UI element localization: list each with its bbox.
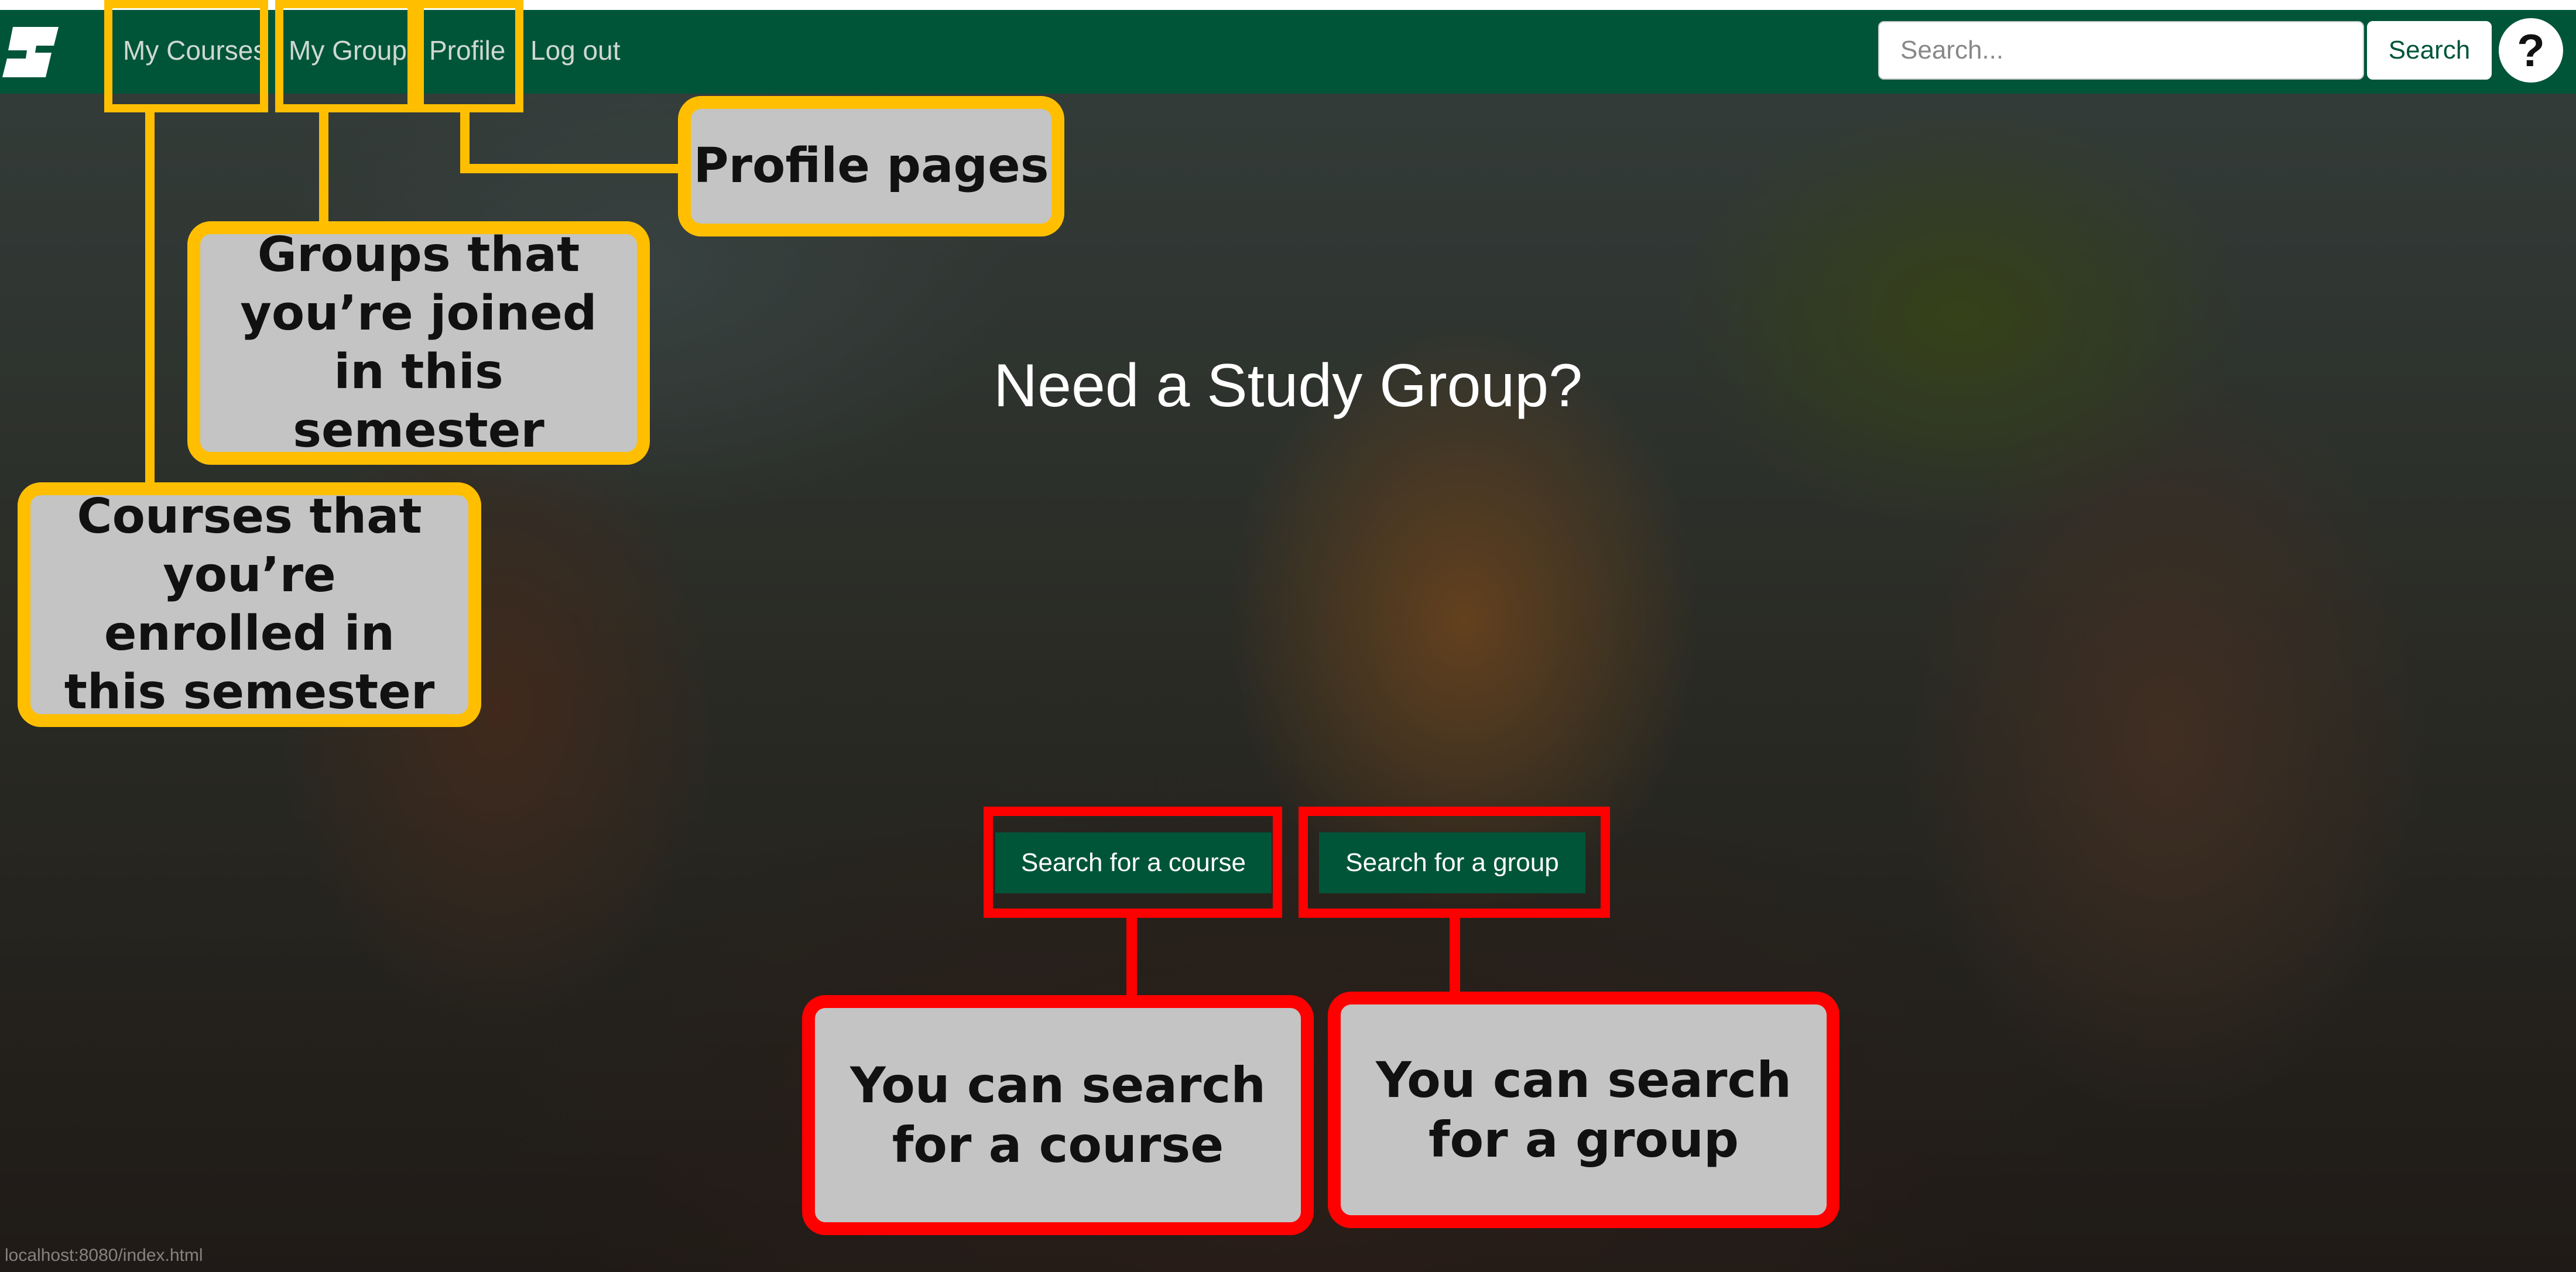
search-button[interactable]: Search [2367,21,2492,80]
highlight-profile [416,0,523,112]
highlight-my-group [275,0,416,112]
highlight-my-courses [104,0,268,112]
highlight-search-group [1299,807,1610,918]
callout-groups: Groups that you’re joined in this semest… [187,221,650,465]
connector-groups [319,112,328,226]
status-bar-url: localhost:8080/index.html [5,1246,203,1265]
university-logo[interactable] [0,16,66,87]
connector-search-group [1450,918,1460,1000]
help-icon[interactable]: ? [2499,18,2563,83]
connector-courses [145,112,155,493]
nav-link-log-out[interactable]: Log out [530,34,620,67]
callout-profile-pages: Profile pages [678,96,1064,236]
connector-profile-horizontal [460,164,683,173]
callout-search-course: You can search for a course [802,995,1314,1235]
callout-courses: Courses that you’re enrolled in this sem… [18,482,481,727]
search-input[interactable] [1878,21,2364,80]
connector-search-course [1126,918,1137,1000]
callout-search-group: You can search for a group [1328,992,1839,1228]
highlight-search-course [984,807,1282,918]
